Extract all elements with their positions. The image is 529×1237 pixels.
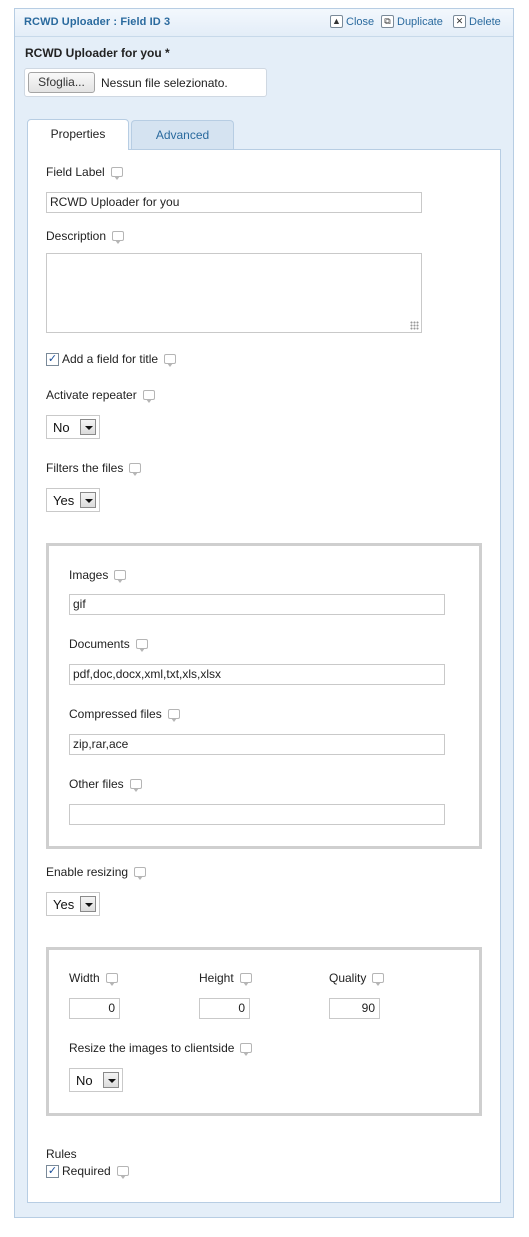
clientside-select[interactable]: No <box>69 1068 123 1092</box>
help-bubble-icon[interactable] <box>110 167 123 180</box>
tab-advanced[interactable]: Advanced <box>131 120 234 150</box>
description-text: Description <box>46 229 107 243</box>
help-bubble-icon[interactable] <box>164 354 177 367</box>
field-title: RCWD Uploader for you * <box>25 46 170 60</box>
required-label: Required <box>62 1164 111 1178</box>
height-heading: Height <box>199 971 252 986</box>
resize-grip-icon[interactable] <box>410 321 419 330</box>
title-field-checkbox[interactable]: ✓ <box>46 352 59 366</box>
help-bubble-icon[interactable] <box>135 639 148 652</box>
close-label: Close <box>346 15 375 28</box>
copy-icon: ⧉ <box>381 15 394 28</box>
height-label: Height <box>199 971 234 985</box>
filters-value: Yes <box>53 492 75 508</box>
delete-label: Delete <box>469 15 501 28</box>
title-field-option: ✓ Add a field for title <box>46 352 177 367</box>
help-bubble-icon[interactable] <box>240 1043 253 1056</box>
compressed-input[interactable]: zip,rar,ace <box>69 734 445 755</box>
chevron-down-icon[interactable] <box>80 896 96 912</box>
documents-label: Documents <box>69 637 130 651</box>
title-field-label: Add a field for title <box>62 352 159 366</box>
file-status: Nessun file selezionato. <box>101 76 228 90</box>
help-bubble-icon[interactable] <box>105 973 118 986</box>
help-bubble-icon[interactable] <box>129 463 142 476</box>
close-button[interactable]: ▲ Close <box>330 14 374 29</box>
browse-button[interactable]: Sfoglia... <box>28 72 95 93</box>
other-files-input[interactable] <box>69 804 445 825</box>
compressed-heading: Compressed files <box>69 707 180 722</box>
description-textarea[interactable] <box>46 253 422 333</box>
description-heading: Description <box>46 229 125 244</box>
repeater-value: No <box>53 419 70 435</box>
help-bubble-icon[interactable] <box>134 867 147 880</box>
clientside-heading: Resize the images to clientside <box>69 1041 253 1056</box>
chevron-down-icon[interactable] <box>80 419 96 435</box>
help-bubble-icon[interactable] <box>112 231 125 244</box>
documents-heading: Documents <box>69 637 148 652</box>
width-input[interactable]: 0 <box>69 998 120 1019</box>
delete-button[interactable]: ✕ Delete <box>453 14 501 29</box>
help-bubble-icon[interactable] <box>239 973 252 986</box>
filters-select[interactable]: Yes <box>46 488 100 512</box>
images-input[interactable]: gif <box>69 594 445 615</box>
clientside-label: Resize the images to clientside <box>69 1041 235 1055</box>
quality-label: Quality <box>329 971 367 985</box>
compressed-label: Compressed files <box>69 707 162 721</box>
images-label: Images <box>69 568 109 582</box>
images-heading: Images <box>69 568 127 583</box>
field-label-heading: Field Label <box>46 165 123 180</box>
width-heading: Width <box>69 971 118 986</box>
required-option: ✓ Required <box>46 1164 129 1179</box>
help-bubble-icon[interactable] <box>167 709 180 722</box>
filters-label: Filters the files <box>46 461 124 475</box>
help-bubble-icon[interactable] <box>114 570 127 583</box>
rules-heading: Rules <box>46 1147 77 1161</box>
width-label: Width <box>69 971 100 985</box>
panel-header-title: RCWD Uploader : Field ID 3 <box>24 16 171 28</box>
resizing-select[interactable]: Yes <box>46 892 100 916</box>
repeater-select[interactable]: No <box>46 415 100 439</box>
x-icon: ✕ <box>453 15 466 28</box>
filters-heading: Filters the files <box>46 461 142 476</box>
help-bubble-icon[interactable] <box>142 390 155 403</box>
quality-input[interactable]: 90 <box>329 998 380 1019</box>
duplicate-button[interactable]: ⧉ Duplicate <box>381 14 443 29</box>
field-label-input[interactable]: RCWD Uploader for you <box>46 192 422 213</box>
resizing-label: Enable resizing <box>46 865 129 879</box>
quality-heading: Quality <box>329 971 385 986</box>
help-bubble-icon[interactable] <box>372 973 385 986</box>
chevron-down-icon[interactable] <box>80 492 96 508</box>
other-files-heading: Other files <box>69 777 142 792</box>
chevron-down-icon[interactable] <box>103 1072 119 1088</box>
help-bubble-icon[interactable] <box>116 1166 129 1179</box>
documents-input[interactable]: pdf,doc,docx,xml,txt,xls,xlsx <box>69 664 445 685</box>
required-checkbox[interactable]: ✓ <box>46 1164 59 1178</box>
field-label-text: Field Label <box>46 165 105 179</box>
duplicate-label: Duplicate <box>397 15 443 28</box>
help-bubble-icon[interactable] <box>129 779 142 792</box>
repeater-label: Activate repeater <box>46 388 137 402</box>
repeater-heading: Activate repeater <box>46 388 155 403</box>
clientside-value: No <box>76 1072 93 1088</box>
resizing-value: Yes <box>53 896 75 912</box>
arrow-up-icon: ▲ <box>330 15 343 28</box>
tab-properties[interactable]: Properties <box>27 119 129 150</box>
height-input[interactable]: 0 <box>199 998 250 1019</box>
resizing-heading: Enable resizing <box>46 865 147 880</box>
other-files-label: Other files <box>69 777 124 791</box>
